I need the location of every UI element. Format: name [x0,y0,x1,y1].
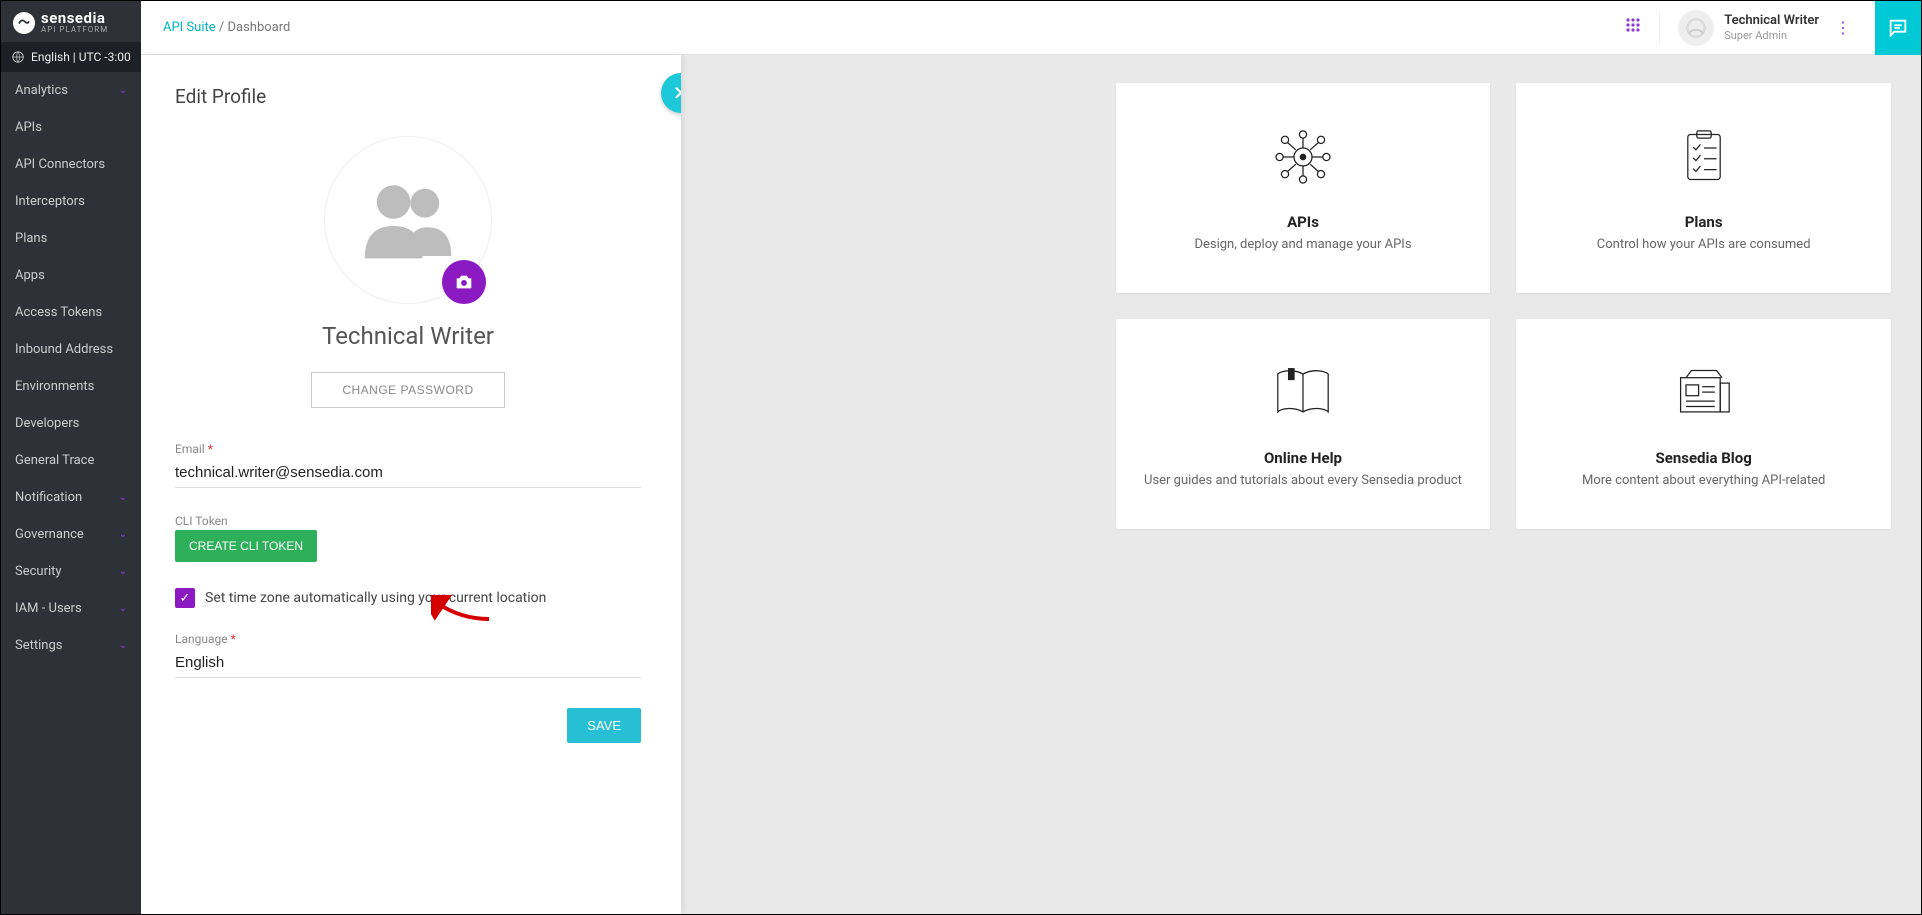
card-sensedia-blog[interactable]: Sensedia Blog More content about everyth… [1516,319,1891,529]
card-title: Sensedia Blog [1656,449,1752,467]
chat-button[interactable] [1875,1,1921,55]
people-placeholder-icon [348,160,468,280]
sidebar-item-apps[interactable]: Apps [1,257,141,294]
chevron-down-icon: ⌄ [119,85,127,96]
logo: sensedia API PLATFORM [1,1,141,42]
sidebar-item-settings[interactable]: Settings⌄ [1,627,141,664]
checklist-icon [1668,125,1740,189]
card-title: Plans [1685,213,1723,231]
sidebar-item-access-tokens[interactable]: Access Tokens [1,294,141,331]
edit-profile-panel: Edit Profile ✕ [141,55,681,914]
sidebar-item-iam-users[interactable]: IAM - Users⌄ [1,590,141,627]
change-photo-button[interactable] [442,260,486,304]
sidebar-item-plans[interactable]: Plans [1,220,141,257]
card-online-help[interactable]: Online Help User guides and tutorials ab… [1116,319,1491,529]
sidebar-item-apis[interactable]: APIs [1,109,141,146]
avatar-icon [1678,10,1714,46]
breadcrumb: API Suite / Dashboard [163,20,290,35]
cli-token-label: CLI Token [175,514,641,528]
network-icon [1267,125,1339,189]
dashboard: APIs Design, deploy and manage your APIs… [681,55,1921,914]
card-apis[interactable]: APIs Design, deploy and manage your APIs [1116,83,1491,293]
card-plans[interactable]: Plans Control how your APIs are consumed [1516,83,1891,293]
sidebar-item-governance[interactable]: Governance⌄ [1,516,141,553]
user-role: Super Admin [1724,29,1819,42]
card-title: APIs [1287,213,1319,231]
breadcrumb-first[interactable]: API Suite [163,20,216,35]
topbar: API Suite / Dashboard Technical Writer S… [141,1,1921,55]
sidebar: sensedia API PLATFORM English | UTC -3:0… [1,1,141,914]
card-desc: Design, deploy and manage your APIs [1194,237,1411,252]
sidebar-item-general-trace[interactable]: General Trace [1,442,141,479]
camera-icon [453,271,475,293]
sidebar-item-api-connectors[interactable]: API Connectors [1,146,141,183]
divider [1659,12,1660,44]
chevron-down-icon: ⌄ [119,566,127,577]
card-desc: Control how your APIs are consumed [1597,237,1811,252]
sidebar-item-inbound-address[interactable]: Inbound Address [1,331,141,368]
email-field[interactable] [175,458,641,488]
save-button[interactable]: SAVE [567,708,641,743]
language-label: Language * [175,632,641,646]
user-menu[interactable]: Technical Writer Super Admin ⋮ [1678,10,1857,46]
close-icon: ✕ [673,81,681,105]
brand-name: sensedia [41,11,108,26]
globe-icon [11,50,25,64]
brand-subtitle: API PLATFORM [41,26,108,34]
chevron-down-icon: ⌄ [119,529,127,540]
sidebar-item-notification[interactable]: Notification⌄ [1,479,141,516]
display-name: Technical Writer [175,322,641,350]
sidebar-item-interceptors[interactable]: Interceptors [1,183,141,220]
book-icon [1267,361,1339,425]
card-desc: User guides and tutorials about every Se… [1144,473,1462,488]
chevron-down-icon: ⌄ [119,640,127,651]
panel-title: Edit Profile [175,85,641,108]
sidebar-item-security[interactable]: Security⌄ [1,553,141,590]
chat-icon [1887,17,1909,39]
create-cli-token-button[interactable]: CREATE CLI TOKEN [175,530,317,562]
sidebar-item-developers[interactable]: Developers [1,405,141,442]
logo-mark-icon [13,12,35,34]
chevron-down-icon: ⌄ [119,492,127,503]
change-password-button[interactable]: CHANGE PASSWORD [311,372,504,408]
locale-text: English | UTC -3:00 [31,50,131,64]
locale-selector[interactable]: English | UTC -3:00 [1,42,141,72]
email-label: Email * [175,442,641,456]
timezone-auto-checkbox[interactable]: ✓ [175,588,195,608]
close-panel-button[interactable]: ✕ [661,73,681,113]
language-field[interactable] [175,648,641,678]
news-icon [1668,361,1740,425]
sidebar-item-environments[interactable]: Environments [1,368,141,405]
apps-grid-icon[interactable] [1625,17,1641,38]
nav: Analytics⌄ APIs API Connectors Intercept… [1,72,141,914]
timezone-auto-label: Set time zone automatically using your c… [205,590,546,606]
card-desc: More content about everything API-relate… [1582,473,1825,488]
breadcrumb-second: Dashboard [227,20,290,35]
more-vert-icon[interactable]: ⋮ [1829,18,1857,37]
chevron-down-icon: ⌄ [119,603,127,614]
user-name: Technical Writer [1724,13,1819,29]
card-title: Online Help [1264,449,1342,467]
sidebar-item-analytics[interactable]: Analytics⌄ [1,72,141,109]
